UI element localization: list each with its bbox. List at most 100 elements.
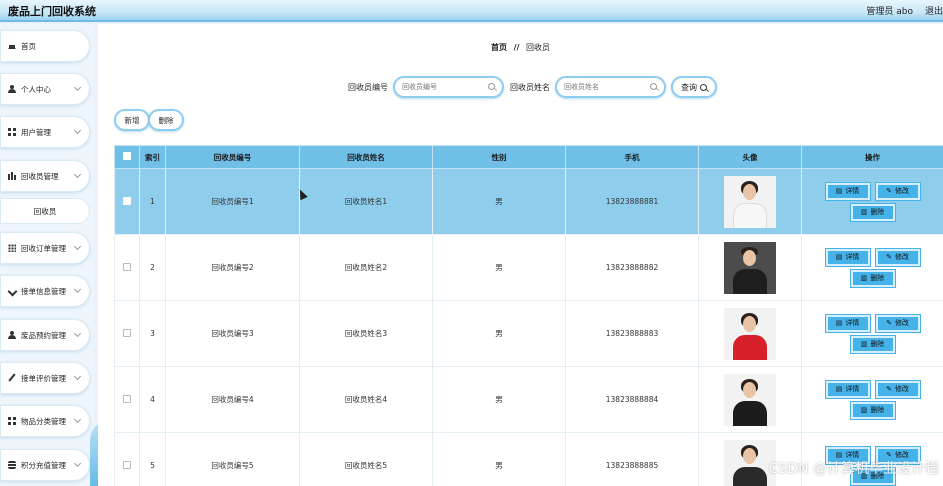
trash-icon: ▥ [860,406,868,414]
row-delete-button[interactable]: ▥ 删除 [850,203,895,221]
phone-cell: 13823888884 [565,366,699,433]
row-checkbox[interactable] [123,262,131,271]
sidebar-item-category[interactable]: 物品分类管理 [0,405,90,437]
chevron-down-icon [73,285,82,294]
chevron-down-icon [73,459,82,468]
query-button-label: 查询 [681,82,697,92]
name-cell: 回收员姓名1 [299,168,433,235]
bar-chart-icon [8,172,16,180]
sidebar-item-appointment[interactable]: 废品预约管理 [0,319,90,351]
document-icon: ▤ [835,319,843,327]
sidebar-item-collector-management[interactable]: 回收员管理 [0,160,90,192]
add-button[interactable]: 新增 [114,109,150,131]
sidebar-item-review[interactable]: 接单评价管理 [0,362,90,394]
row-checkbox[interactable] [123,328,131,337]
gender-cell: 男 [432,300,566,367]
query-button[interactable]: 查询 [671,76,717,98]
sidebar-item-label: 废品预约管理 [21,330,66,340]
edit-button[interactable]: ✎ 修改 [875,182,920,200]
row-delete-button[interactable]: ▥ 删除 [850,269,895,287]
grid-icon [8,417,16,425]
table-row[interactable]: 3 回收员编号3 回收员姓名3 男 13823888883 ▤ 详情 ✎ 修改 ▥ 删… [114,300,943,367]
sidebar-item-label: 回收订单管理 [21,243,66,253]
document-icon: ▤ [835,253,843,261]
breadcrumb: 首页 // 回收员 [98,42,943,53]
delete-button-label: 删除 [870,406,885,414]
delete-button[interactable]: 删除 [148,109,184,131]
index-cell: 3 [139,300,166,367]
index-cell: 5 [139,432,166,486]
select-all-checkbox[interactable] [123,152,131,160]
sidebar-item-home[interactable]: 首页 [0,30,90,62]
index-cell: 1 [139,168,166,235]
column-header: 操作 [801,145,943,169]
collector-name-label: 回收员姓名 [510,83,550,92]
select-all-header[interactable] [114,145,140,169]
breadcrumb-separator: // [513,43,520,52]
index-cell: 2 [139,234,166,301]
table-row[interactable]: 2 回收员编号2 回收员姓名2 男 13823888882 ▤ 详情 ✎ 修改 ▥ 删… [114,234,943,301]
trash-icon: ▥ [860,340,868,348]
sidebar-item-label: 回收员 [33,206,57,216]
sidebar-item-label: 接单评价管理 [21,373,66,383]
row-delete-button[interactable]: ▥ 删除 [850,401,895,419]
detail-button[interactable]: ▤ 详情 [825,314,870,332]
document-icon: ▤ [835,187,843,195]
home-icon [8,41,16,49]
table-header-row: 索引 回收员编号 回收员姓名 性别 手机 头像 操作 [114,145,943,169]
column-header: 头像 [698,145,802,169]
column-header: 索引 [139,145,166,169]
sidebar-item-accept-info[interactable]: 接单信息管理 [0,275,90,307]
chevron-down-icon [73,415,82,424]
breadcrumb-home[interactable]: 首页 [491,43,507,52]
sidebar-item-label: 积分充值管理 [21,460,66,470]
sidebar-item-points-recharge[interactable]: 积分充值管理 [0,449,90,481]
column-header: 回收员编号 [165,145,300,169]
chevron-down-icon [73,83,82,92]
detail-button[interactable]: ▤ 详情 [825,380,870,398]
sidebar-item-label: 物品分类管理 [21,416,66,426]
collector-table: 索引 回收员编号 回收员姓名 性别 手机 头像 操作 1 回收员编号1 回收员姓… [114,145,943,486]
avatar [724,373,776,426]
table-row[interactable]: 4 回收员编号4 回收员姓名4 男 13823888884 ▤ 详情 ✎ 修改 ▥ 删… [114,366,943,433]
breadcrumb-current: 回收员 [525,43,550,52]
logout-link[interactable]: 退出 [925,4,943,17]
edit-icon: ✎ [886,253,892,261]
collector-code-input[interactable] [402,83,490,91]
row-checkbox[interactable] [123,196,131,205]
edit-button-label: 修改 [894,187,909,195]
sidebar-item-personal-center[interactable]: 个人中心 [0,73,90,105]
name-cell: 回收员姓名4 [299,366,433,433]
collector-name-input[interactable] [564,83,652,91]
edit-button-label: 修改 [894,253,909,261]
collector-name-field[interactable] [555,76,666,98]
sidebar-subitem-collector[interactable]: 回收员 [0,198,90,224]
row-checkbox[interactable] [123,460,131,469]
phone-cell: 13823888881 [565,168,699,235]
collector-code-field[interactable] [393,76,504,98]
table-row[interactable]: 1 回收员编号1 回收员姓名1 男 13823888881 ▤ 详情 ✎ 修改 ▥ 删… [114,168,943,235]
sidebar-item-label: 接单信息管理 [21,286,66,296]
delete-button-label: 删除 [870,208,885,216]
edit-button[interactable]: ✎ 修改 [875,380,920,398]
row-delete-button[interactable]: ▥ 删除 [850,335,895,353]
grid9-icon [8,244,16,252]
name-cell: 回收员姓名2 [299,234,433,301]
sidebar-item-label: 个人中心 [21,84,51,94]
chevron-down-icon [73,126,82,135]
search-bar: 回收员编号 回收员姓名 查询 [98,76,943,100]
person-icon [8,331,16,339]
chevron-down-icon [73,170,82,179]
delete-button-label: 删除 [870,274,885,282]
code-cell: 回收员编号3 [165,300,300,367]
detail-button[interactable]: ▤ 详情 [825,182,870,200]
sidebar-item-user-management[interactable]: 用户管理 [0,116,90,148]
collector-code-label: 回收员编号 [348,83,388,92]
edit-button[interactable]: ✎ 修改 [875,248,920,266]
sidebar-item-order-management[interactable]: 回收订单管理 [0,232,90,264]
column-header: 回收员姓名 [299,145,433,169]
detail-button[interactable]: ▤ 详情 [825,248,870,266]
search-icon [650,83,657,90]
row-checkbox[interactable] [123,394,131,403]
edit-button[interactable]: ✎ 修改 [875,314,920,332]
